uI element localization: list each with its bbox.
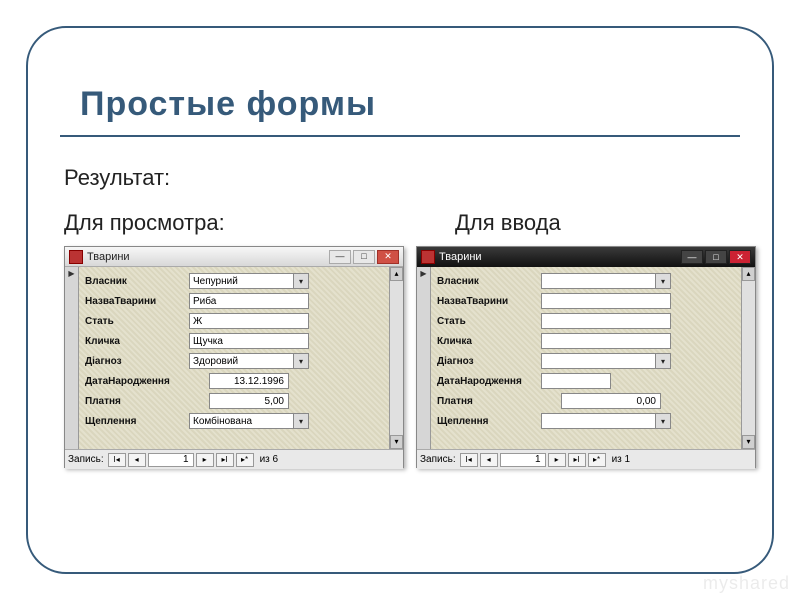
- record-navigator: Запись: I◂ ◂ ▸ ▸I ▸* из 6: [65, 449, 403, 469]
- diagnosis-field[interactable]: Здоровий: [189, 353, 309, 369]
- nav-of-label: из 6: [260, 454, 279, 465]
- label-owner: Власник: [85, 276, 185, 287]
- nav-last-button[interactable]: ▸I: [216, 453, 234, 467]
- minimize-button[interactable]: —: [329, 250, 351, 264]
- scroll-up-icon[interactable]: ▴: [390, 267, 403, 281]
- maximize-button[interactable]: □: [705, 250, 727, 264]
- payment-field[interactable]: 0,00: [561, 393, 661, 409]
- nickname-field[interactable]: [541, 333, 671, 349]
- close-button[interactable]: ✕: [729, 250, 751, 264]
- animal-name-field[interactable]: [541, 293, 671, 309]
- record-selector[interactable]: ▶: [417, 267, 431, 449]
- window-title: Тварини: [439, 251, 681, 263]
- owner-field[interactable]: Чепурний: [189, 273, 309, 289]
- view-mode-label: Для просмотра:: [64, 210, 225, 236]
- label-payment: Платня: [85, 396, 185, 407]
- nav-new-button[interactable]: ▸*: [236, 453, 254, 467]
- label-diagnosis: Діагноз: [437, 356, 537, 367]
- watermark: myshared: [703, 573, 790, 594]
- close-button[interactable]: ✕: [377, 250, 399, 264]
- diagnosis-field[interactable]: [541, 353, 671, 369]
- owner-field[interactable]: [541, 273, 671, 289]
- app-icon: [421, 250, 435, 264]
- nav-new-button[interactable]: ▸*: [588, 453, 606, 467]
- input-mode-label: Для ввода: [455, 210, 561, 236]
- result-label: Результат:: [64, 165, 170, 191]
- form-window-input: Тварини — □ ✕ ▶ Власник НазваТварини Ста…: [416, 246, 756, 468]
- label-animal-name: НазваТварини: [85, 296, 185, 307]
- scroll-down-icon[interactable]: ▾: [390, 435, 403, 449]
- label-diagnosis: Діагноз: [85, 356, 185, 367]
- label-nickname: Кличка: [85, 336, 185, 347]
- nav-current-input[interactable]: [500, 453, 546, 467]
- label-birthdate: ДатаНародження: [437, 376, 537, 387]
- vaccination-field[interactable]: Комбінована: [189, 413, 309, 429]
- label-sex: Стать: [437, 316, 537, 327]
- birthdate-field[interactable]: 13.12.1996: [209, 373, 289, 389]
- nickname-field[interactable]: Щучка: [189, 333, 309, 349]
- animal-name-field[interactable]: Риба: [189, 293, 309, 309]
- label-owner: Власник: [437, 276, 537, 287]
- scroll-up-icon[interactable]: ▴: [742, 267, 755, 281]
- vertical-scrollbar[interactable]: ▴ ▾: [389, 267, 403, 449]
- nav-next-button[interactable]: ▸: [548, 453, 566, 467]
- nav-label: Запись:: [420, 454, 456, 465]
- maximize-button[interactable]: □: [353, 250, 375, 264]
- vertical-scrollbar[interactable]: ▴ ▾: [741, 267, 755, 449]
- sex-field[interactable]: Ж: [189, 313, 309, 329]
- label-birthdate: ДатаНародження: [85, 376, 185, 387]
- nav-last-button[interactable]: ▸I: [568, 453, 586, 467]
- titlebar[interactable]: Тварини — □ ✕: [417, 247, 755, 267]
- nav-first-button[interactable]: I◂: [108, 453, 126, 467]
- birthdate-field[interactable]: [541, 373, 611, 389]
- label-nickname: Кличка: [437, 336, 537, 347]
- payment-field[interactable]: 5,00: [209, 393, 289, 409]
- nav-prev-button[interactable]: ◂: [480, 453, 498, 467]
- scroll-down-icon[interactable]: ▾: [742, 435, 755, 449]
- minimize-button[interactable]: —: [681, 250, 703, 264]
- window-title: Тварини: [87, 251, 329, 263]
- sex-field[interactable]: [541, 313, 671, 329]
- title-underline: [60, 135, 740, 137]
- label-vaccination: Щеплення: [437, 416, 537, 427]
- nav-current-input[interactable]: [148, 453, 194, 467]
- nav-of-label: из 1: [612, 454, 631, 465]
- label-animal-name: НазваТварини: [437, 296, 537, 307]
- nav-next-button[interactable]: ▸: [196, 453, 214, 467]
- record-navigator: Запись: I◂ ◂ ▸ ▸I ▸* из 1: [417, 449, 755, 469]
- form-window-view: Тварини — □ ✕ ▶ Власник Чепурний НазваТва…: [64, 246, 404, 468]
- record-selector[interactable]: ▶: [65, 267, 79, 449]
- label-vaccination: Щеплення: [85, 416, 185, 427]
- nav-first-button[interactable]: I◂: [460, 453, 478, 467]
- label-sex: Стать: [85, 316, 185, 327]
- label-payment: Платня: [437, 396, 537, 407]
- vaccination-field[interactable]: [541, 413, 671, 429]
- slide-title: Простые формы: [80, 85, 376, 124]
- app-icon: [69, 250, 83, 264]
- nav-prev-button[interactable]: ◂: [128, 453, 146, 467]
- titlebar[interactable]: Тварини — □ ✕: [65, 247, 403, 267]
- nav-label: Запись:: [68, 454, 104, 465]
